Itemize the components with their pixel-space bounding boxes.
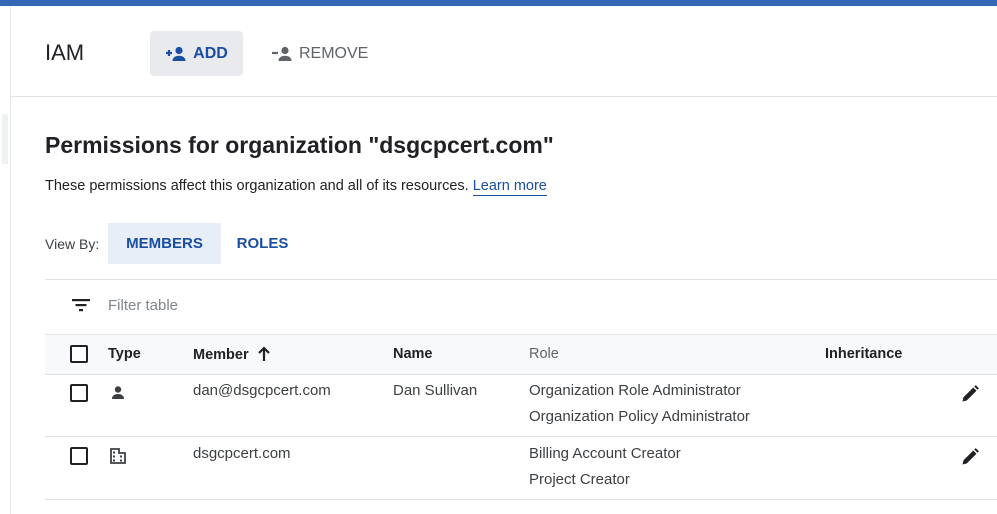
permissions-title: Permissions for organization "dsgcpcert.… <box>45 132 554 158</box>
column-header-role: Role <box>529 346 559 362</box>
column-header-member[interactable]: Member <box>193 346 271 366</box>
member-name: Dan Sullivan <box>393 382 478 399</box>
tab-roles[interactable]: ROLES <box>225 223 300 264</box>
row-checkbox[interactable] <box>70 384 88 402</box>
edit-pencil-icon[interactable] <box>960 384 980 404</box>
column-header-type: Type <box>108 346 141 362</box>
column-header-inheritance: Inheritance <box>825 346 903 362</box>
role-item: Organization Role Administrator <box>529 382 741 399</box>
add-button[interactable]: ADD <box>150 31 243 76</box>
page-title: IAM <box>45 40 85 65</box>
edit-pencil-icon[interactable] <box>960 447 980 467</box>
iam-header: IAM ADD REMOVE <box>11 6 997 97</box>
table-row: dsgcpcert.com Billing Account Creator Pr… <box>45 437 997 500</box>
section-divider <box>45 279 997 280</box>
select-all-checkbox[interactable] <box>70 345 88 363</box>
arrow-up-icon <box>257 346 271 366</box>
column-header-member-label: Member <box>193 347 249 363</box>
filter-icon[interactable] <box>71 296 91 314</box>
left-nav-rail <box>0 6 11 514</box>
remove-person-icon <box>271 46 293 62</box>
tab-members[interactable]: MEMBERS <box>108 223 221 264</box>
member-domain: dsgcpcert.com <box>193 445 291 462</box>
permissions-description-text: These permissions affect this organizati… <box>45 178 469 194</box>
remove-button[interactable]: REMOVE <box>271 31 368 76</box>
domain-icon <box>109 447 127 465</box>
person-icon <box>109 384 127 402</box>
add-button-label: ADD <box>193 44 228 62</box>
learn-more-link[interactable]: Learn more <box>472 178 547 196</box>
member-roles: Organization Role Administrator Organiza… <box>529 378 750 430</box>
member-roles: Billing Account Creator Project Creator <box>529 441 681 493</box>
permissions-description: These permissions affect this organizati… <box>45 178 547 196</box>
row-checkbox[interactable] <box>70 447 88 465</box>
add-person-icon <box>165 46 187 62</box>
table-header-row: Type Member Name Role Inheritance <box>45 334 997 375</box>
role-item: Billing Account Creator <box>529 445 681 462</box>
filter-table-input[interactable] <box>108 294 408 316</box>
member-email: dan@dsgcpcert.com <box>193 382 331 399</box>
view-by-label: View By: <box>45 236 100 252</box>
role-item: Project Creator <box>529 471 630 488</box>
role-item: Organization Policy Administrator <box>529 408 750 425</box>
left-nav-indicator <box>2 114 8 164</box>
remove-button-label: REMOVE <box>299 44 369 62</box>
table-row: dan@dsgcpcert.com Dan Sullivan Organizat… <box>45 374 997 437</box>
column-header-name: Name <box>393 346 433 362</box>
